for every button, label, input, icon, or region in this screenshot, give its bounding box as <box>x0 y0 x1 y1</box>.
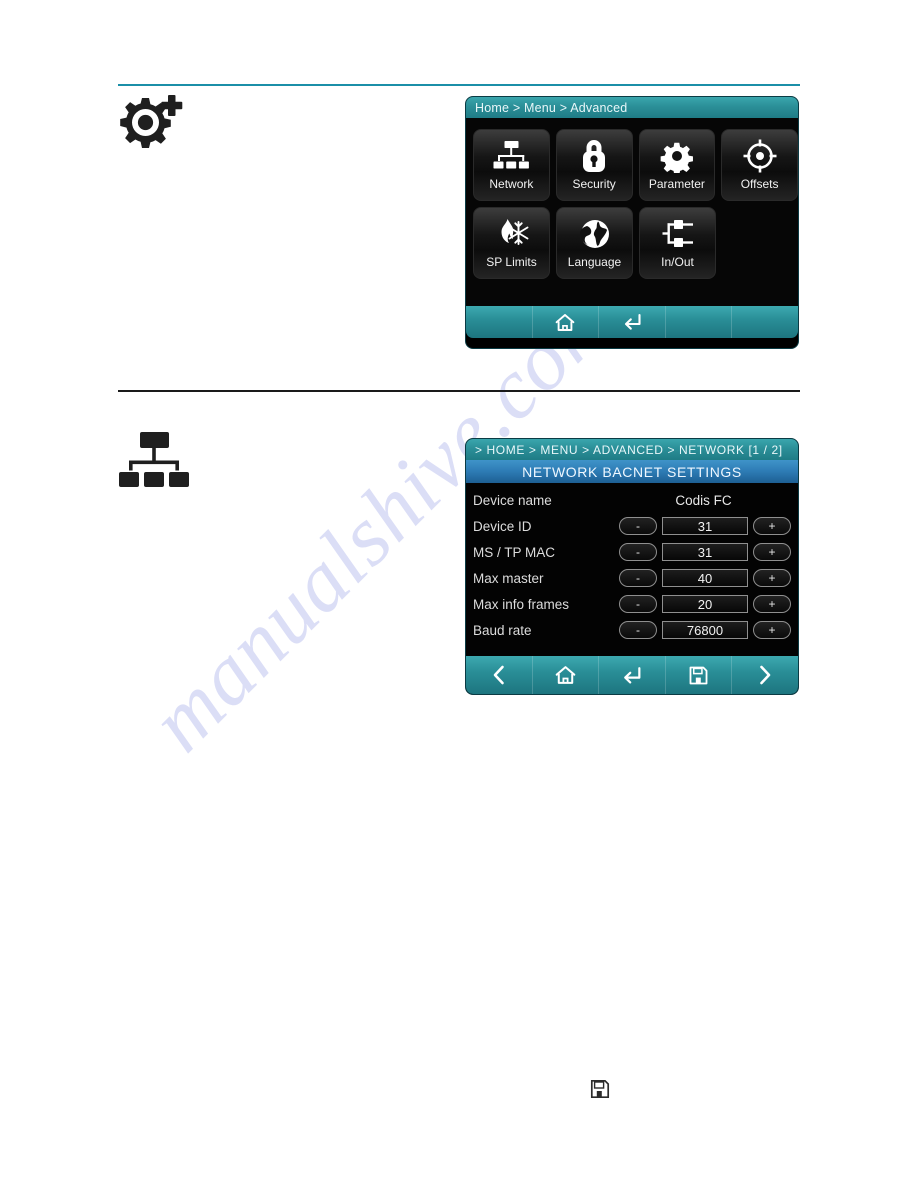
home-icon <box>555 665 576 685</box>
nav-slot-empty-right-1 <box>666 306 733 338</box>
network-page-title: NETWORK BACNET SETTINGS <box>466 460 798 483</box>
network-breadcrumb: > HOME > MENU > ADVANCED > NETWORK [1 / … <box>466 439 798 460</box>
increment-button[interactable]: + <box>753 621 791 639</box>
mstp-mac-value[interactable]: 31 <box>662 543 748 561</box>
tile-row: SP Limits Language In/Out <box>471 207 798 279</box>
tile-label: Parameter <box>648 177 705 191</box>
gear-icon <box>660 136 694 176</box>
settings-row-device-name: Device name Codis FC <box>466 487 798 513</box>
row-label: Max info frames <box>473 596 570 612</box>
nav-save-button[interactable] <box>666 656 733 694</box>
settings-row-max-master: Max master - 40 + <box>466 565 798 591</box>
max-info-frames-stepper: - 20 + <box>616 595 791 613</box>
increment-button[interactable]: + <box>753 595 791 613</box>
settings-row-device-id: Device ID - 31 + <box>466 513 798 539</box>
save-floppy-icon <box>688 665 709 686</box>
advanced-nav-bar <box>466 306 798 338</box>
flame-snowflake-icon <box>495 214 529 254</box>
tile-sp-limits[interactable]: SP Limits <box>473 207 550 279</box>
nav-home-button[interactable] <box>533 656 600 694</box>
settings-row-baud-rate: Baud rate - 76800 + <box>466 617 798 643</box>
decrement-button[interactable]: - <box>619 621 657 639</box>
row-label: MS / TP MAC <box>473 544 556 560</box>
network-tree-icon <box>492 136 530 176</box>
tile-label: Offsets <box>740 177 779 191</box>
increment-button[interactable]: + <box>753 517 791 535</box>
tile-network[interactable]: Network <box>473 129 550 201</box>
nav-slot-empty-right-2 <box>732 306 798 338</box>
tile-in-out[interactable]: In/Out <box>639 207 716 279</box>
row-label: Baud rate <box>473 622 532 638</box>
settings-row-mstp-mac: MS / TP MAC - 31 + <box>466 539 798 565</box>
decrement-button[interactable]: - <box>619 517 657 535</box>
divider-middle-dark <box>118 390 800 392</box>
max-master-value[interactable]: 40 <box>662 569 748 587</box>
device-id-value[interactable]: 31 <box>662 517 748 535</box>
network-settings-screen: > HOME > MENU > ADVANCED > NETWORK [1 / … <box>466 439 798 694</box>
tile-offsets[interactable]: Offsets <box>721 129 798 201</box>
decrement-button[interactable]: - <box>619 543 657 561</box>
back-arrow-icon <box>620 665 643 686</box>
baud-rate-value[interactable]: 76800 <box>662 621 748 639</box>
increment-button[interactable]: + <box>753 569 791 587</box>
back-arrow-icon <box>621 312 643 332</box>
max-info-frames-value[interactable]: 20 <box>662 595 748 613</box>
decrement-button[interactable]: - <box>619 595 657 613</box>
tile-label: Network <box>489 177 534 191</box>
nav-slot-empty-left <box>466 306 533 338</box>
row-label: Max master <box>473 570 544 586</box>
advanced-breadcrumb: Home > Menu > Advanced <box>466 97 798 118</box>
tile-parameter[interactable]: Parameter <box>638 129 716 201</box>
row-label: Device ID <box>473 518 532 534</box>
network-tree-icon <box>118 430 190 492</box>
divider-top-teal <box>118 84 800 86</box>
tile-label: SP Limits <box>486 255 537 269</box>
padlock-icon <box>579 136 609 176</box>
settings-row-max-info-frames: Max info frames - 20 + <box>466 591 798 617</box>
row-label: Device name <box>473 492 552 508</box>
tile-label: Language <box>567 255 622 269</box>
tile-security[interactable]: Security <box>555 129 633 201</box>
baud-rate-stepper: - 76800 + <box>616 621 791 639</box>
nav-next-button[interactable] <box>732 656 798 694</box>
gear-plus-icon <box>112 92 188 156</box>
device-id-stepper: - 31 + <box>616 517 791 535</box>
nav-back-button[interactable] <box>599 306 666 338</box>
tile-label: In/Out <box>661 255 694 269</box>
nav-home-button[interactable] <box>533 306 600 338</box>
advanced-tile-grid: Network Security Parameter Offsets SP Li… <box>466 118 798 306</box>
tile-label: Security <box>572 177 616 191</box>
network-nav-bar <box>466 656 798 694</box>
nav-previous-button[interactable] <box>466 656 533 694</box>
network-settings-list: Device name Codis FC Device ID - 31 + MS… <box>466 483 798 656</box>
advanced-menu-screen: Home > Menu > Advanced Network Security … <box>466 97 798 348</box>
globe-icon <box>578 214 612 254</box>
max-master-stepper: - 40 + <box>616 569 791 587</box>
chevron-left-icon <box>490 664 508 686</box>
tile-language[interactable]: Language <box>556 207 633 279</box>
increment-button[interactable]: + <box>753 543 791 561</box>
nav-back-button[interactable] <box>599 656 666 694</box>
home-icon <box>555 313 575 332</box>
mstp-mac-stepper: - 31 + <box>616 543 791 561</box>
chevron-right-icon <box>756 664 774 686</box>
save-floppy-icon <box>589 1078 611 1100</box>
input-output-icon <box>661 214 695 254</box>
decrement-button[interactable]: - <box>619 569 657 587</box>
crosshair-target-icon <box>743 136 777 176</box>
device-name-value: Codis FC <box>675 492 732 508</box>
tile-row: Network Security Parameter Offsets <box>471 129 798 201</box>
